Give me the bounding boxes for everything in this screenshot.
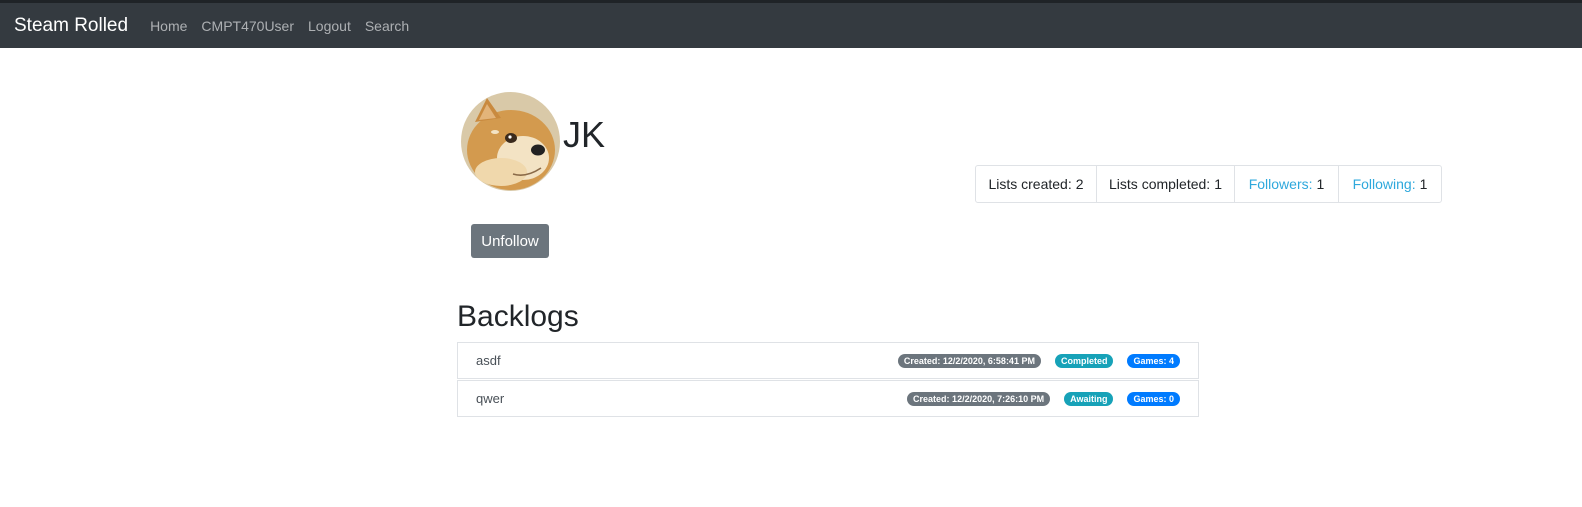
backlog-name[interactable]: asdf (476, 353, 884, 368)
backlogs-title: Backlogs (457, 300, 579, 333)
avatar (461, 92, 560, 191)
games-count-badge: Games: 4 (1127, 353, 1180, 368)
status-badge: Awaiting (1064, 391, 1114, 406)
profile-name: JK (563, 114, 606, 155)
following-link[interactable]: Following: (1353, 176, 1416, 192)
stat-following-value: 1 (1419, 176, 1428, 192)
top-navbar: Steam Rolled Home CMPT470User Logout Sea… (0, 0, 1582, 48)
stat-followers-value: 1 (1316, 176, 1325, 192)
backlog-name[interactable]: qwer (476, 391, 893, 406)
nav-link-logout[interactable]: Logout (308, 18, 351, 34)
profile-stats: Lists created: 2 Lists completed: 1 Foll… (975, 165, 1442, 203)
stat-lists-completed-label: Lists completed: (1109, 176, 1211, 192)
backlog-list: asdf Created: 12/2/2020, 6:58:41 PM Comp… (457, 342, 1199, 417)
followers-link[interactable]: Followers: (1249, 176, 1313, 192)
nav-link-search[interactable]: Search (365, 18, 409, 34)
backlog-item[interactable]: asdf Created: 12/2/2020, 6:58:41 PM Comp… (457, 342, 1199, 379)
created-badge: Created: 12/2/2020, 7:26:10 PM (907, 391, 1051, 406)
stat-lists-created-value: 2 (1075, 176, 1084, 192)
created-badge: Created: 12/2/2020, 6:58:41 PM (897, 353, 1041, 368)
backlog-item[interactable]: qwer Created: 12/2/2020, 7:26:10 PM Awai… (457, 380, 1199, 417)
stat-following[interactable]: Following: 1 (1339, 166, 1441, 202)
games-count-badge: Games: 0 (1127, 391, 1180, 406)
stat-followers[interactable]: Followers: 1 (1235, 166, 1339, 202)
nav-link-user[interactable]: CMPT470User (201, 18, 294, 34)
stat-lists-completed: Lists completed: 1 (1097, 166, 1235, 202)
stat-lists-created: Lists created: 2 (976, 166, 1097, 202)
status-badge: Completed (1054, 353, 1114, 368)
stat-lists-completed-value: 1 (1214, 176, 1222, 192)
nav-link-home[interactable]: Home (150, 18, 187, 34)
dog-avatar-image (461, 92, 560, 191)
unfollow-button[interactable]: Unfollow (471, 224, 549, 258)
brand-link[interactable]: Steam Rolled (14, 15, 128, 37)
stat-lists-created-label: Lists created: (988, 176, 1072, 192)
